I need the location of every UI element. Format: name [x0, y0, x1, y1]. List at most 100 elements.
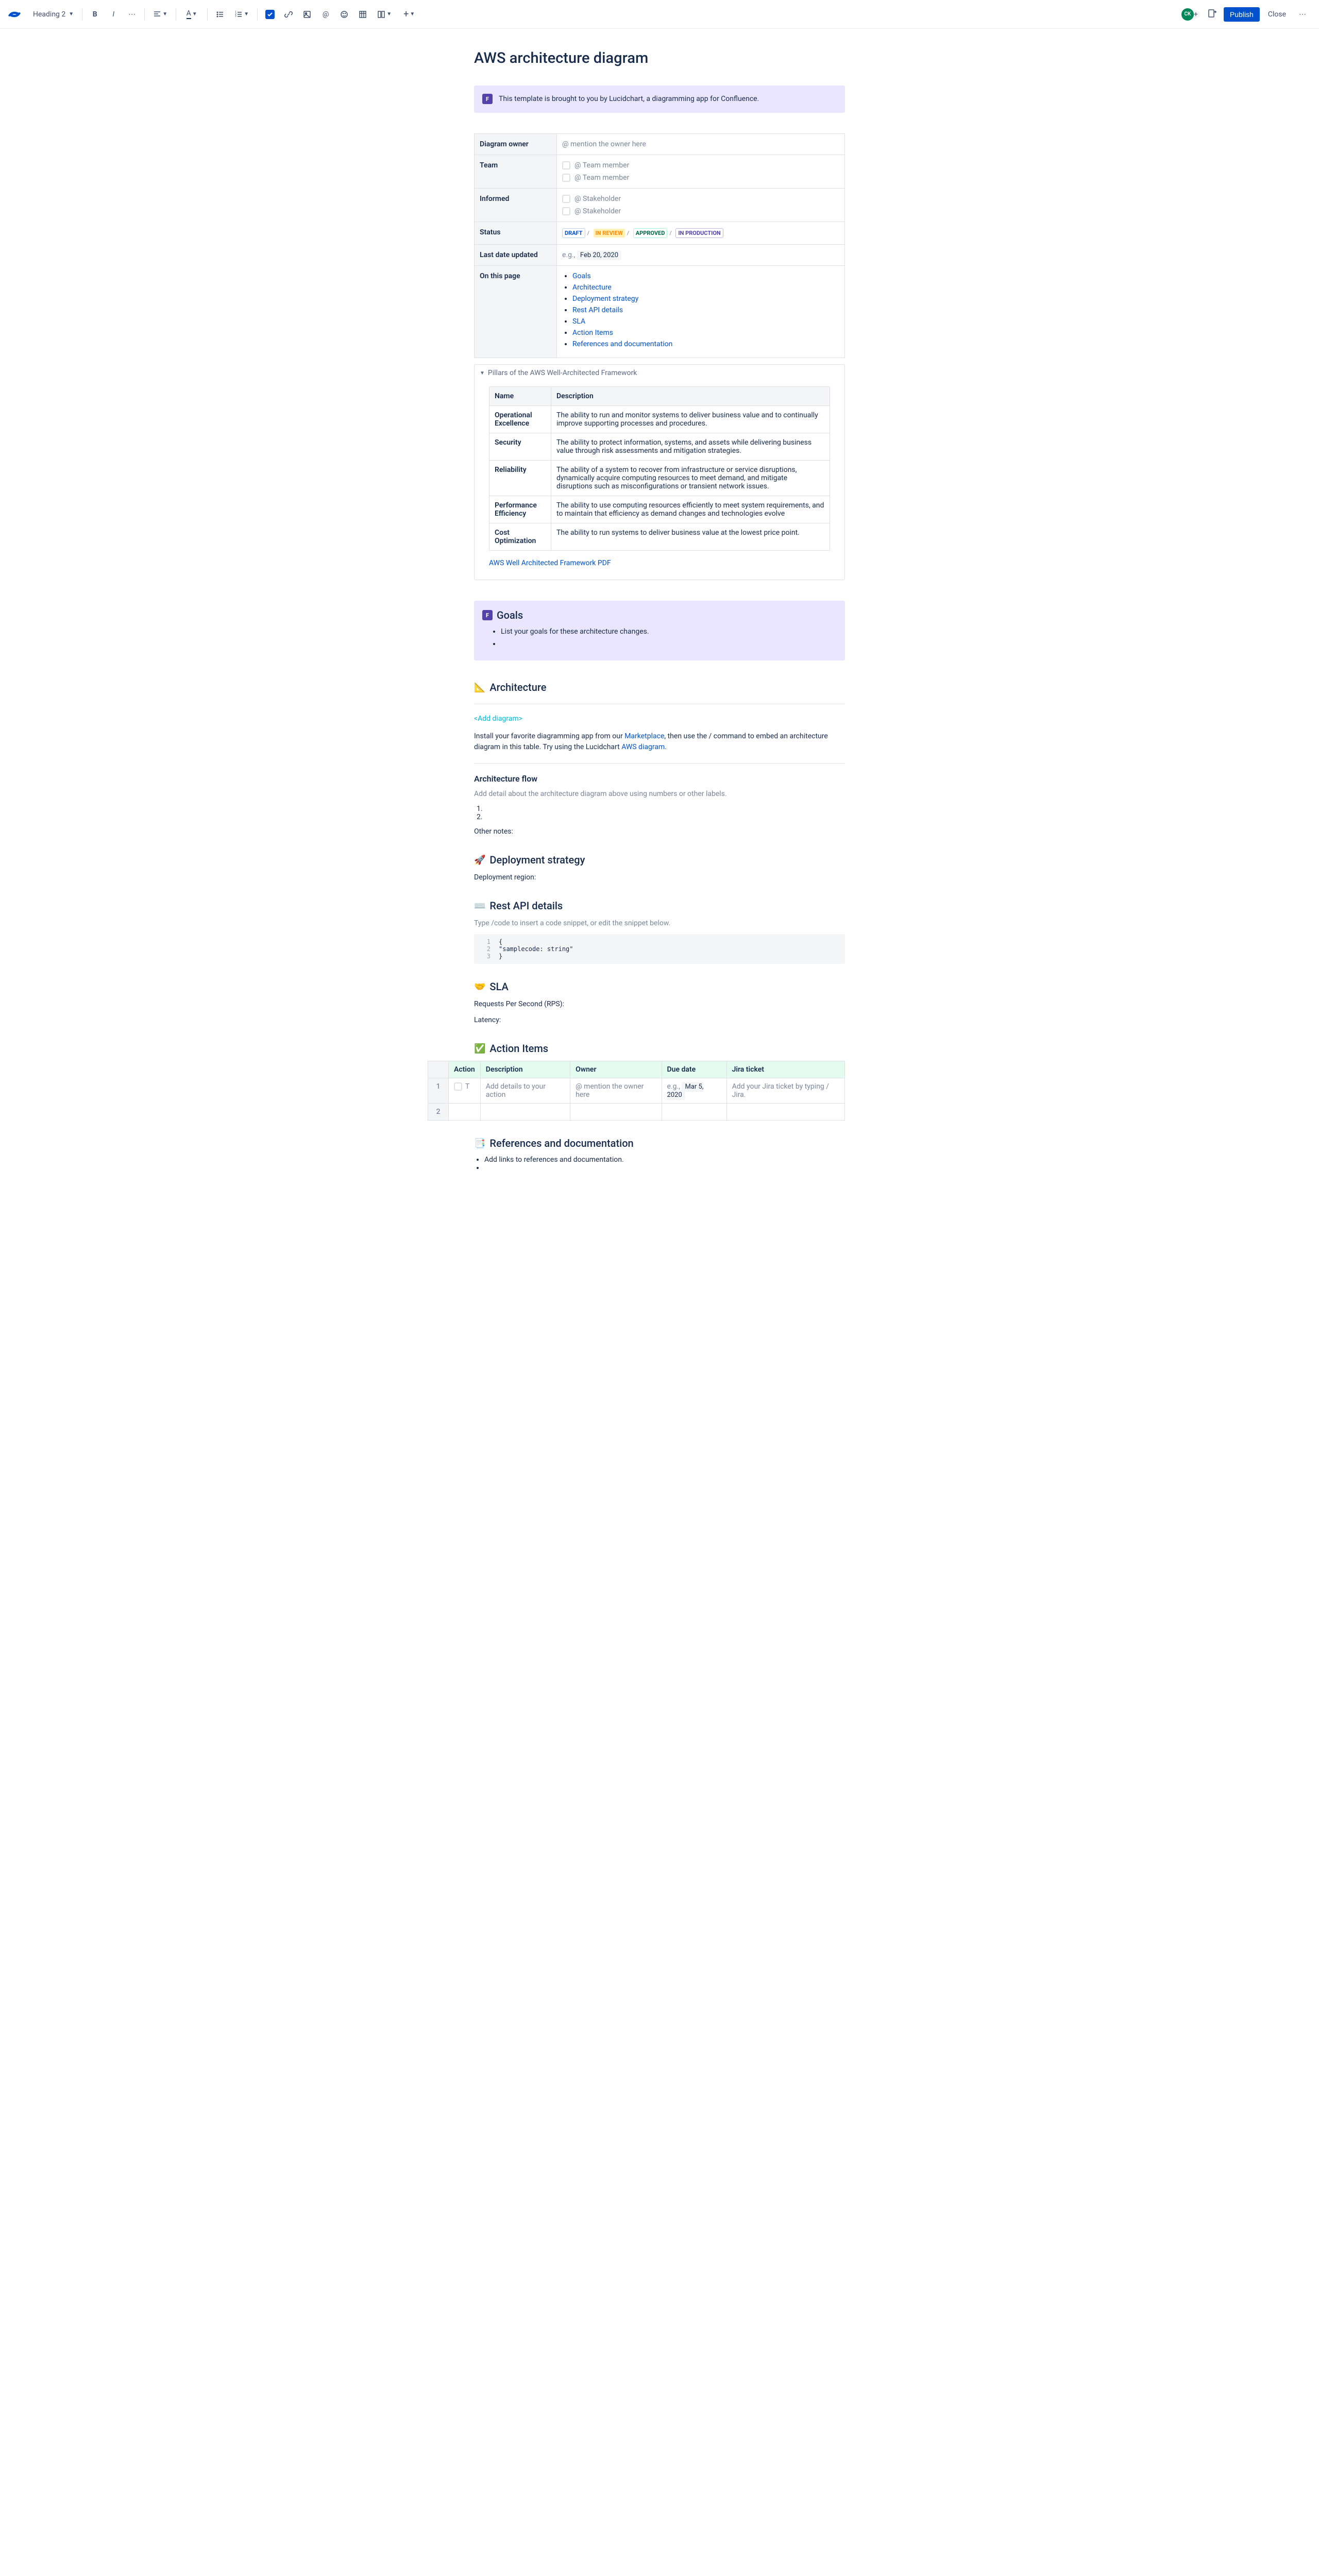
col-action: Action [449, 1061, 481, 1078]
bullet-list-button[interactable] [212, 6, 228, 23]
team-item[interactable]: @ Team member [562, 174, 839, 182]
alignment-dropdown[interactable]: ▼ [149, 6, 172, 23]
expand-toggle[interactable]: ▼ Pillars of the AWS Well-Architected Fr… [475, 365, 844, 381]
request-changes-button[interactable] [1205, 6, 1220, 23]
refs-heading[interactable]: 📑 References and documentation [474, 1137, 845, 1149]
sla-latency[interactable]: Latency: [474, 1015, 845, 1026]
toc-deployment[interactable]: Deployment strategy [572, 295, 638, 303]
action-item-button[interactable] [262, 6, 278, 23]
sla-rps[interactable]: Requests Per Second (RPS): [474, 999, 845, 1010]
toc-refs[interactable]: References and documentation [572, 340, 672, 348]
col-jira: Jira ticket [726, 1061, 844, 1078]
flow-list[interactable] [474, 805, 845, 821]
goals-heading[interactable]: F Goals [482, 609, 837, 621]
emoji-button[interactable] [336, 6, 352, 23]
text-style-dropdown[interactable]: Heading 2 ▼ [29, 8, 78, 21]
informed-item[interactable]: @ Stakeholder [562, 207, 839, 215]
actions-heading[interactable]: ✅ Action Items [474, 1042, 845, 1055]
toc-restapi[interactable]: Rest API details [572, 306, 623, 314]
sla-heading[interactable]: 🤝 SLA [474, 980, 845, 993]
tabs-icon: 📑 [474, 1138, 485, 1149]
flow-desc[interactable]: Add detail about the architecture diagra… [474, 789, 845, 800]
checkbox-icon[interactable] [562, 161, 570, 170]
code-snippet[interactable]: 1{ 2 "samplecode: string" 3} [474, 934, 845, 964]
triangle-ruler-icon: 📐 [474, 682, 485, 693]
team-item[interactable]: @ Team member [562, 161, 839, 170]
publish-button[interactable]: Publish [1224, 7, 1260, 22]
meta-status-value[interactable]: DRAFT/ IN REVIEW/ APPROVED/ IN PRODUCTIO… [557, 222, 845, 245]
aws-pdf-link[interactable]: AWS Well Architected Framework PDF [489, 559, 830, 567]
due-cell[interactable]: e.g., Mar 5, 2020 [662, 1078, 726, 1104]
marketplace-link[interactable]: Marketplace [624, 732, 664, 740]
page-title[interactable]: AWS architecture diagram [474, 49, 845, 67]
meta-status-label: Status [475, 222, 557, 245]
refs-list[interactable]: Add links to references and documentatio… [474, 1156, 845, 1172]
toc-actions[interactable]: Action Items [572, 329, 613, 337]
intro-panel: F This template is brought to you by Luc… [474, 86, 845, 113]
checkbox-icon[interactable] [562, 195, 570, 203]
toc-goals[interactable]: Goals [572, 272, 591, 280]
meta-onpage-label: On this page [475, 266, 557, 358]
more-actions-button[interactable]: ⋯ [1294, 6, 1311, 23]
rocket-icon: 🚀 [474, 855, 485, 866]
architecture-desc[interactable]: Install your favorite diagramming app fr… [474, 731, 845, 753]
flow-heading[interactable]: Architecture flow [474, 774, 845, 784]
row-number-header [428, 1061, 449, 1078]
deployment-heading[interactable]: 🚀 Deployment strategy [474, 854, 845, 866]
goals-item[interactable]: List your goals for these architecture c… [501, 628, 837, 636]
handshake-icon: 🤝 [474, 981, 485, 992]
user-avatar[interactable]: CK [1181, 8, 1194, 21]
pillar-name: Security [489, 433, 551, 461]
numbered-list-button[interactable]: 123 ▼ [230, 6, 253, 23]
pillar-desc: The ability to run systems to deliver bu… [551, 523, 830, 551]
separator [257, 8, 258, 21]
more-formatting-button[interactable]: ⋯ [124, 6, 140, 23]
intro-text[interactable]: This template is brought to you by Lucid… [499, 94, 759, 105]
avatar-group: CK + [1181, 8, 1201, 21]
refs-item[interactable]: Add links to references and documentatio… [484, 1156, 845, 1164]
meta-lastdate-value[interactable]: e.g., Feb 20, 2020 [557, 245, 845, 266]
divider [474, 763, 845, 764]
checkbox-icon[interactable] [562, 174, 570, 182]
toc-architecture[interactable]: Architecture [572, 283, 612, 292]
deployment-region[interactable]: Deployment region: [474, 872, 845, 883]
table-button[interactable] [354, 6, 371, 23]
layouts-button[interactable]: ▼ [373, 6, 396, 23]
image-button[interactable] [299, 6, 315, 23]
informed-item[interactable]: @ Stakeholder [562, 195, 839, 203]
pillar-desc: The ability of a system to recover from … [551, 461, 830, 496]
italic-button[interactable]: I [105, 6, 122, 23]
insert-dropdown[interactable]: + ▼ [398, 6, 420, 23]
close-button[interactable]: Close [1264, 7, 1290, 22]
architecture-heading[interactable]: 📐 Architecture [474, 681, 845, 693]
pillar-name: Operational Excellence [489, 406, 551, 433]
meta-owner-placeholder[interactable]: @ mention the owner here [562, 140, 646, 148]
jira-cell[interactable]: Add your Jira ticket by typing / Jira. [726, 1078, 844, 1104]
status-review: IN REVIEW [594, 229, 625, 238]
chevron-down-icon: ▼ [410, 11, 415, 17]
bold-button[interactable]: B [87, 6, 103, 23]
goals-list[interactable]: List your goals for these architecture c… [482, 628, 837, 648]
text-color-dropdown[interactable]: A ▼ [180, 6, 203, 23]
info-icon: F [482, 610, 493, 620]
refs-item-empty[interactable] [484, 1164, 845, 1172]
link-button[interactable] [280, 6, 297, 23]
meta-owner-label: Diagram owner [475, 134, 557, 155]
col-name: Name [489, 387, 551, 406]
checkbox-icon[interactable] [562, 207, 570, 215]
meta-informed-label: Informed [475, 189, 557, 222]
aws-diagram-link[interactable]: AWS diagram [621, 743, 665, 751]
add-diagram-link[interactable]: <Add diagram> [474, 715, 845, 723]
table-row: 1 T Add details to your action @ mention… [428, 1078, 845, 1104]
desc-cell[interactable]: Add details to your action [480, 1078, 570, 1104]
mention-button[interactable]: @ [317, 6, 334, 23]
restapi-desc[interactable]: Type /code to insert a code snippet, or … [474, 918, 845, 929]
restapi-heading[interactable]: ⌨️ Rest API details [474, 900, 845, 912]
table-row: 2 [428, 1104, 845, 1121]
toc-sla[interactable]: SLA [572, 317, 585, 326]
other-notes[interactable]: Other notes: [474, 826, 845, 837]
action-cell[interactable]: T [449, 1078, 481, 1104]
goals-item-empty[interactable] [501, 640, 837, 648]
checkbox-icon[interactable] [454, 1082, 462, 1091]
owner-cell[interactable]: @ mention the owner here [570, 1078, 662, 1104]
